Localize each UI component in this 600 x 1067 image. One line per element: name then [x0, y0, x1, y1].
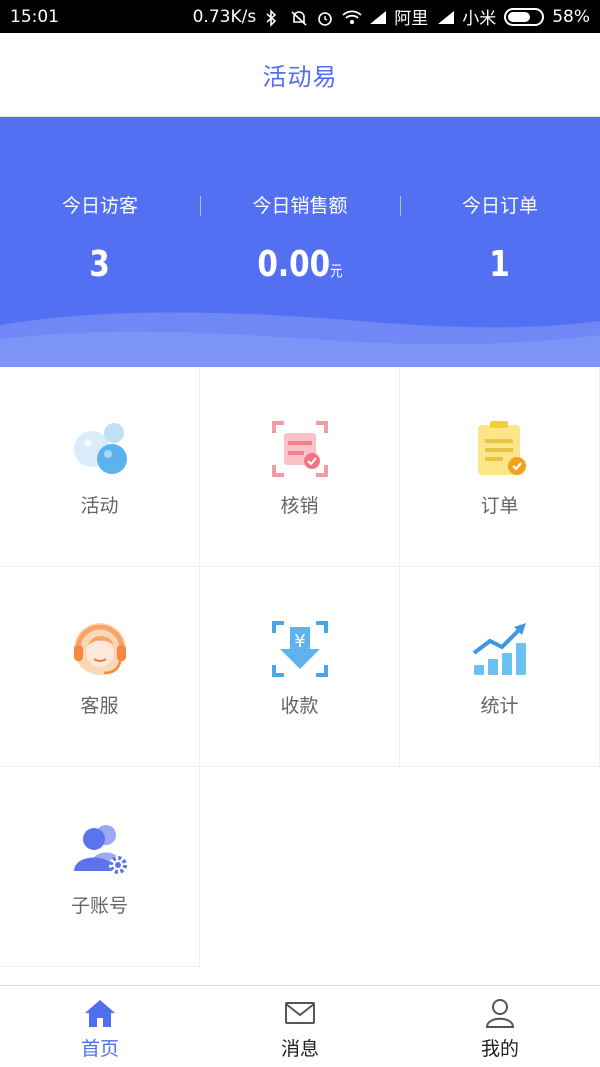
tab-home[interactable]: 首页: [0, 986, 200, 1067]
battery-icon: [504, 7, 545, 26]
stat-orders: 今日订单 1: [400, 192, 600, 294]
status-bar: 15:01 0.73K/s 阿里 小米 58%: [0, 0, 600, 33]
wifi-icon: [342, 9, 362, 25]
menu-item-verify[interactable]: 核销: [200, 367, 400, 567]
stats-banner: 今日访客 3 今日销售额 0.00元 今日订单 1: [0, 117, 600, 367]
stat-label: 今日销售额: [252, 195, 348, 217]
headset-icon: [73, 623, 126, 675]
stat-label: 今日访客: [61, 195, 138, 217]
menu-item-label: 收款: [280, 695, 319, 717]
alarm-icon: [316, 9, 334, 26]
home-icon: [85, 1000, 115, 1027]
wave-decoration: [0, 312, 600, 367]
signal-icon-2: [436, 9, 455, 25]
menu-item-label: 活动: [80, 495, 119, 517]
stat-visitors: 今日访客 3: [0, 192, 200, 294]
svg-text:¥: ¥: [294, 631, 305, 652]
carrier-2: 小米: [462, 9, 497, 29]
stat-unit: 元: [330, 262, 343, 280]
scan-verify-icon: [271, 421, 328, 477]
menu-item-label: 统计: [480, 695, 519, 717]
menu-item-label: 核销: [280, 495, 319, 517]
menu-item-label: 客服: [80, 695, 119, 717]
users-gear-icon: [73, 825, 127, 874]
mute-icon: [290, 9, 308, 26]
menu-item-service[interactable]: 客服: [0, 567, 200, 767]
page-title: 活动易: [262, 63, 338, 91]
user-icon: [485, 999, 515, 1028]
clipboard-check-icon: [477, 421, 526, 475]
battery-percent: 58%: [552, 6, 590, 27]
stat-value: 0.00元: [257, 244, 343, 285]
mail-icon: [285, 1002, 315, 1024]
tab-label: 消息: [280, 1038, 319, 1060]
menu-item-label: 订单: [480, 495, 519, 517]
carrier-1: 阿里: [394, 9, 429, 29]
tab-label: 我的: [480, 1038, 519, 1060]
status-time: 15:01: [10, 6, 59, 27]
bar-trend-icon: [472, 623, 526, 675]
tab-messages[interactable]: 消息: [200, 986, 400, 1067]
menu-item-subaccount[interactable]: 子账号: [0, 767, 200, 967]
tab-label: 首页: [80, 1038, 119, 1060]
bottom-tab-bar: 首页 消息 我的: [0, 985, 600, 1067]
menu-item-stats[interactable]: 统计: [400, 567, 600, 767]
menu-item-label: 子账号: [70, 895, 128, 917]
bluetooth-icon: [264, 8, 282, 27]
stat-value: 1: [489, 244, 511, 285]
network-speed: 0.73K/s: [192, 6, 257, 27]
yuan-download-icon: ¥: [271, 621, 328, 677]
tab-profile[interactable]: 我的: [400, 986, 600, 1067]
stat-label: 今日订单: [461, 195, 538, 217]
bubbles-icon: [73, 423, 127, 474]
stat-value: 3: [89, 244, 111, 285]
menu-item-collect[interactable]: ¥ 收款: [200, 567, 400, 767]
stat-sales: 今日销售额 0.00元: [200, 192, 400, 294]
app-header: 活动易: [0, 33, 600, 117]
menu-item-orders[interactable]: 订单: [400, 367, 600, 567]
menu-item-activity[interactable]: 活动: [0, 367, 200, 567]
signal-icon: [368, 9, 387, 25]
